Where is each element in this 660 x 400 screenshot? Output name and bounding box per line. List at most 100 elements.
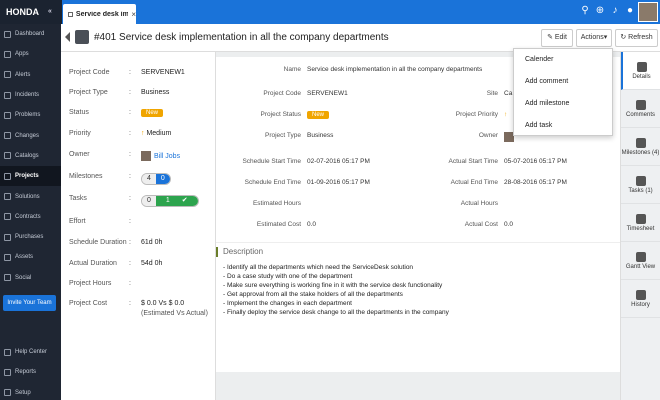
edit-label: Edit bbox=[554, 34, 567, 41]
cost-note: (Estimated Vs Actual) bbox=[141, 310, 208, 317]
sidebar-item-changes[interactable]: Changes bbox=[0, 125, 61, 145]
field-project-priority: Project Priority ↑ bbox=[456, 111, 508, 118]
sidebar-item-problems[interactable]: Problems bbox=[0, 105, 61, 125]
rail-comments[interactable]: Comments bbox=[621, 90, 660, 128]
alerts-icon bbox=[4, 71, 11, 79]
field-label: Estimated Cost bbox=[256, 221, 301, 228]
tab-project[interactable]: Service desk imple... × bbox=[63, 4, 136, 24]
sidebar-item-reports[interactable]: Reports bbox=[0, 362, 61, 382]
rail-history[interactable]: History bbox=[621, 280, 660, 318]
back-arrow-icon[interactable] bbox=[65, 32, 70, 42]
menu-item-add-comment[interactable]: Add comment bbox=[514, 71, 612, 93]
top-icons: ⚲ ⊕ ♪ ● bbox=[580, 5, 635, 17]
tab-label: Service desk imple... bbox=[75, 10, 129, 18]
milestones-done: 0 bbox=[155, 174, 170, 184]
field-label: Owner bbox=[478, 132, 498, 139]
rail-timesheet[interactable]: Timesheet bbox=[621, 204, 660, 242]
milestones-pill[interactable]: 40 bbox=[141, 173, 171, 185]
field-schedule-start: Schedule Start Time 02-07-2016 05:17 PM bbox=[242, 158, 369, 165]
gear-icon bbox=[4, 389, 11, 397]
description-line: - Implement the changes in each departme… bbox=[223, 300, 352, 307]
field-label: Actual Start Time bbox=[448, 158, 499, 165]
bell-icon[interactable]: ♪ bbox=[610, 5, 620, 17]
field-label: Project Priority bbox=[455, 111, 498, 118]
owner-avatar bbox=[141, 151, 151, 161]
rail-label: Milestones (4) bbox=[621, 149, 660, 156]
brand-logo[interactable]: HONDA « bbox=[0, 0, 62, 24]
project-info-pane: Project Code: SERVENEW1 Project Type: Busi… bbox=[61, 52, 216, 400]
rail-tasks[interactable]: Tasks (1) bbox=[621, 166, 660, 204]
field-value: 28-08-2016 05:17 PM bbox=[504, 179, 567, 186]
history-icon bbox=[635, 289, 646, 300]
sidebar-item-alerts[interactable]: Alerts bbox=[0, 65, 61, 85]
sidebar-item-catalogs[interactable]: Catalogs bbox=[0, 146, 61, 166]
rail-label: History bbox=[631, 301, 650, 308]
project-icon bbox=[75, 30, 89, 44]
sidebar-item-apps[interactable]: Apps bbox=[0, 44, 61, 64]
menu-item-add-task[interactable]: Add task bbox=[514, 115, 612, 137]
owner-link[interactable]: Bill Jobs bbox=[154, 153, 180, 160]
sidebar-item-projects[interactable]: Projects bbox=[0, 166, 61, 187]
field-project-status: Project Status New bbox=[261, 111, 330, 119]
sidebar-label: Solutions bbox=[15, 193, 40, 200]
milestones-total: 4 bbox=[142, 174, 156, 184]
social-icon bbox=[4, 274, 11, 282]
field-value: Business bbox=[307, 132, 334, 139]
description-body: - Identify all the departments which nee… bbox=[223, 263, 449, 317]
info-row-tasks: Tasks:0 1 ✔ bbox=[69, 195, 214, 209]
chat-icon[interactable]: ● bbox=[625, 5, 635, 17]
edit-button[interactable]: ✎ Edit bbox=[541, 29, 573, 47]
close-icon[interactable]: × bbox=[131, 10, 136, 19]
field-label: Actual End Time bbox=[450, 179, 498, 186]
purchases-icon bbox=[4, 233, 11, 241]
menu-item-calender[interactable]: Calender bbox=[514, 49, 612, 71]
sidebar-label: Assets bbox=[15, 254, 34, 261]
field-label: Project Type bbox=[264, 132, 301, 139]
sidebar-item-contracts[interactable]: Contracts bbox=[0, 207, 61, 227]
menu-item-add-milestone[interactable]: Add milestone bbox=[514, 93, 612, 115]
sidebar-item-help-center[interactable]: Help Center bbox=[0, 342, 61, 362]
user-avatar[interactable] bbox=[638, 2, 658, 22]
info-value: Business bbox=[141, 89, 170, 96]
sidebar-label: Social bbox=[15, 274, 32, 281]
status-badge: New bbox=[307, 111, 330, 119]
description-line: - Do a case study with one of the depart… bbox=[223, 273, 353, 280]
info-row-project-code: Project Code: SERVENEW1 bbox=[69, 69, 185, 76]
info-row-status: Status: New bbox=[69, 109, 214, 123]
rail-label: Timesheet bbox=[626, 225, 655, 232]
incidents-icon bbox=[4, 91, 11, 99]
sidebar-label: Dashboard bbox=[15, 31, 45, 38]
sidebar-item-solutions[interactable]: Solutions bbox=[0, 186, 61, 206]
sidebar-item-purchases[interactable]: Purchases bbox=[0, 227, 61, 247]
chevron-icon[interactable]: « bbox=[48, 0, 52, 24]
project-icon bbox=[68, 11, 73, 17]
search-icon[interactable]: ⚲ bbox=[580, 5, 590, 17]
refresh-button[interactable]: ↻ Refresh bbox=[615, 29, 658, 47]
info-label: Owner bbox=[69, 151, 90, 158]
rail-label: Details bbox=[632, 73, 651, 80]
actions-button[interactable]: Actions▾ bbox=[576, 29, 612, 47]
add-icon[interactable]: ⊕ bbox=[595, 5, 605, 17]
sidebar-item-setup[interactable]: Setup bbox=[0, 383, 61, 400]
info-row-project-type: Project Type: Business bbox=[69, 89, 170, 96]
sidebar-item-assets[interactable]: Assets bbox=[0, 247, 61, 267]
rail-milestones[interactable]: Milestones (4) bbox=[621, 128, 660, 166]
sidebar-item-social[interactable]: Social bbox=[0, 268, 61, 288]
description-line: - Get approval from all the stake holder… bbox=[223, 291, 403, 298]
sidebar-item-dashboard[interactable]: Dashboard bbox=[0, 24, 61, 44]
arrow-up-icon: ↑ bbox=[504, 111, 508, 118]
invite-team-button[interactable]: Invite Your Team bbox=[3, 295, 56, 311]
right-rail: Details Comments Milestones (4) Tasks (1… bbox=[620, 52, 660, 400]
info-row-effort: Effort: bbox=[69, 218, 131, 225]
refresh-label: Refresh bbox=[628, 34, 653, 41]
check-icon: ✔ bbox=[181, 197, 188, 204]
top-bar: HONDA « Service desk imple... × ⚲ ⊕ ♪ ● bbox=[0, 0, 660, 24]
solutions-icon bbox=[4, 193, 11, 201]
reports-icon bbox=[4, 368, 11, 376]
rail-details[interactable]: Details bbox=[621, 52, 660, 90]
info-label: Priority bbox=[69, 130, 91, 137]
sidebar-item-incidents[interactable]: Incidents bbox=[0, 85, 61, 105]
tasks-pill[interactable]: 01 ✔ bbox=[141, 195, 199, 207]
field-value: Service desk implementation in all the c… bbox=[307, 66, 483, 73]
rail-gantt-view[interactable]: Gantt View bbox=[621, 242, 660, 280]
